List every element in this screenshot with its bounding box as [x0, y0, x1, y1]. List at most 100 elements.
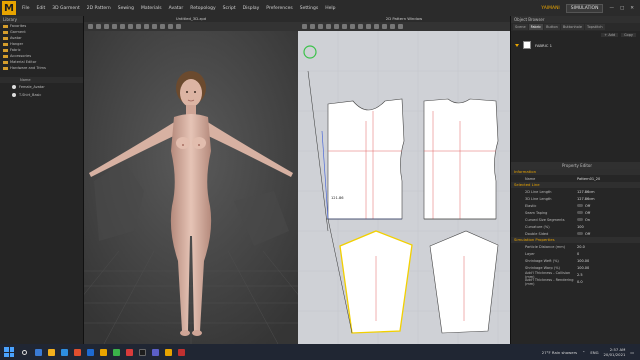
- property-value[interactable]: Off: [577, 231, 640, 236]
- property-row[interactable]: Shrinkage Weft (%) 100.00: [511, 257, 640, 264]
- layer-icon[interactable]: [144, 24, 149, 29]
- mode-selector[interactable]: SIMULATION: [565, 4, 604, 13]
- property-row[interactable]: Seam Taping Off: [511, 209, 640, 216]
- property-value[interactable]: Off: [577, 210, 640, 215]
- menu-item[interactable]: Retopology: [190, 6, 215, 11]
- menu-item[interactable]: Preferences: [266, 6, 292, 11]
- tack-icon[interactable]: [104, 24, 109, 29]
- annotation-icon[interactable]: [398, 24, 403, 29]
- notification-icon[interactable]: ▭: [630, 350, 634, 355]
- tab-fabric[interactable]: Fabric: [528, 24, 544, 30]
- select-icon[interactable]: [88, 24, 93, 29]
- vlc-icon[interactable]: [100, 348, 107, 356]
- property-value[interactable]: 127.86cm: [577, 190, 640, 194]
- internal-line-icon[interactable]: [342, 24, 347, 29]
- property-value[interactable]: 0: [577, 252, 640, 256]
- recorder-icon[interactable]: [178, 348, 185, 356]
- library-item[interactable]: Hardware and Trims: [0, 65, 83, 71]
- tab-scene[interactable]: Scene: [513, 24, 528, 30]
- office-icon[interactable]: [74, 348, 81, 356]
- excel-icon[interactable]: [113, 348, 120, 356]
- seam-allowance-icon[interactable]: [358, 24, 363, 29]
- weather-status[interactable]: 27°F Rain showers: [542, 350, 577, 355]
- property-row[interactable]: 3D Line Length 127.86cm: [511, 195, 640, 202]
- measure-icon[interactable]: [128, 24, 133, 29]
- teams-icon[interactable]: [152, 348, 159, 356]
- toggle-icon[interactable]: [577, 210, 583, 214]
- property-value[interactable]: 127.86cm: [577, 197, 640, 201]
- 3d-viewport[interactable]: [84, 31, 298, 344]
- tab-topstitch[interactable]: Topstitch: [585, 24, 605, 30]
- acrobat-icon[interactable]: [126, 348, 133, 356]
- property-value[interactable]: 100: [577, 225, 640, 229]
- property-row[interactable]: Layer 0: [511, 250, 640, 257]
- edit-pattern-icon[interactable]: [310, 24, 315, 29]
- capcut-icon[interactable]: [139, 348, 146, 356]
- ellipse-icon[interactable]: [334, 24, 339, 29]
- pattern-back-bodice[interactable]: [423, 98, 499, 220]
- menu-item[interactable]: Edit: [37, 6, 46, 11]
- close-icon[interactable]: ✕: [630, 6, 634, 11]
- file-row[interactable]: Female_Avatar: [0, 83, 83, 91]
- property-row[interactable]: Elastic Off: [511, 202, 640, 209]
- edge-icon[interactable]: [61, 348, 68, 356]
- network-icon[interactable]: ⌃: [582, 350, 585, 355]
- menu-item[interactable]: Display: [243, 6, 260, 11]
- marvelous-designer-icon[interactable]: [165, 348, 172, 356]
- property-value[interactable]: 100.00: [577, 266, 640, 270]
- menu-item[interactable]: Script: [223, 6, 236, 11]
- menu-item[interactable]: Help: [325, 6, 335, 11]
- menu-item[interactable]: 2D Pattern: [87, 6, 111, 11]
- property-value[interactable]: On: [577, 217, 640, 222]
- property-row[interactable]: Add'l Thickness - Rendering (mm) 0.0: [511, 278, 640, 286]
- menu-item[interactable]: File: [22, 6, 30, 11]
- fabric-item[interactable]: FABRIC 1: [511, 39, 640, 51]
- toggle-icon[interactable]: [577, 231, 583, 235]
- menu-item[interactable]: Sewing: [118, 6, 134, 11]
- 2d-pattern-window[interactable]: 2D Pattern Window 121.86: [298, 16, 510, 344]
- menu-item[interactable]: Avatar: [169, 6, 184, 11]
- property-row[interactable]: Name Pattern01_20: [511, 175, 640, 182]
- word-icon[interactable]: [87, 348, 94, 356]
- clock[interactable]: 2:57 AM 20/01/2021: [604, 347, 626, 357]
- move-icon[interactable]: [96, 24, 101, 29]
- copy-button[interactable]: Copy: [621, 33, 636, 37]
- 2d-canvas[interactable]: 121.86: [298, 31, 510, 344]
- property-value[interactable]: 100.00: [577, 259, 640, 263]
- avatar-icon[interactable]: [168, 24, 173, 29]
- pin-icon[interactable]: [120, 24, 125, 29]
- brush-icon[interactable]: [136, 24, 141, 29]
- file-explorer-icon[interactable]: [48, 348, 55, 356]
- property-row[interactable]: Double Sided Off: [511, 230, 640, 237]
- free-sewing-icon[interactable]: [374, 24, 379, 29]
- file-row[interactable]: T-Shirt_Basic: [0, 91, 83, 99]
- property-value[interactable]: 20.0: [577, 245, 640, 249]
- search-icon[interactable]: [22, 349, 27, 355]
- user-name[interactable]: YAIMANI: [541, 6, 559, 11]
- menu-item[interactable]: Settings: [300, 6, 318, 11]
- dart-icon[interactable]: [350, 24, 355, 29]
- transform-pattern-icon[interactable]: [302, 24, 307, 29]
- maximize-icon[interactable]: □: [620, 6, 624, 11]
- property-value[interactable]: 2.5: [577, 273, 640, 277]
- language[interactable]: ENG: [590, 350, 598, 355]
- add-button[interactable]: + Add: [601, 33, 619, 37]
- zipper-icon[interactable]: [160, 24, 165, 29]
- tab-button[interactable]: Button: [544, 24, 560, 30]
- texture-icon[interactable]: [152, 24, 157, 29]
- windows-start-icon[interactable]: [4, 347, 14, 357]
- task-view-icon[interactable]: [35, 348, 42, 356]
- segment-sewing-icon[interactable]: [366, 24, 371, 29]
- polygon-icon[interactable]: [318, 24, 323, 29]
- property-row[interactable]: Curvature (%) 100: [511, 223, 640, 230]
- minimize-icon[interactable]: —: [609, 6, 614, 11]
- property-row[interactable]: 2D Line Length 127.86cm: [511, 188, 640, 195]
- property-row[interactable]: Particle Distance (mm) 20.0: [511, 243, 640, 250]
- property-value[interactable]: Off: [577, 203, 640, 208]
- fold-icon[interactable]: [112, 24, 117, 29]
- property-row[interactable]: Curved Size Segments On: [511, 216, 640, 223]
- toggle-icon[interactable]: [577, 203, 583, 207]
- tab-buttonhole[interactable]: Buttonhole: [560, 24, 585, 30]
- property-value[interactable]: Pattern01_20: [577, 177, 640, 181]
- toggle-icon[interactable]: [577, 217, 583, 221]
